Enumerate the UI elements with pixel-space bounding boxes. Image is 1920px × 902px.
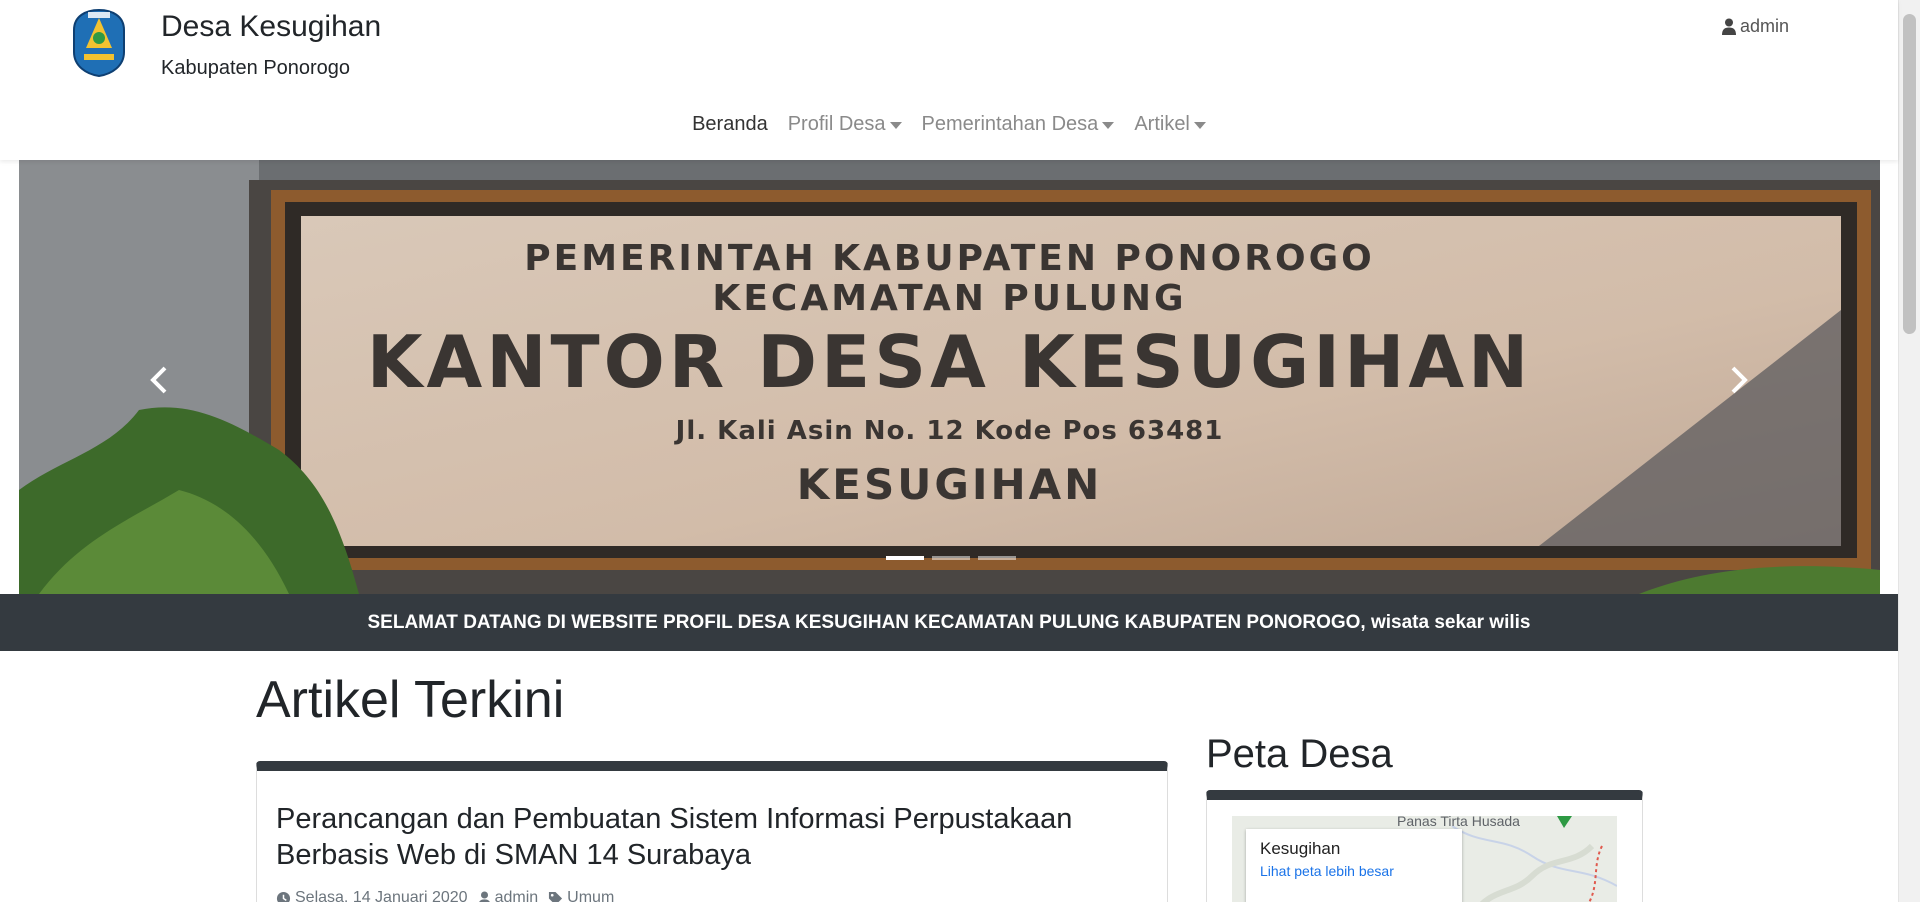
nav-item-profil-desa[interactable]: Profil Desa <box>788 113 902 136</box>
carousel-indicator-1[interactable] <box>886 556 924 560</box>
user-menu[interactable]: admin <box>1722 16 1789 37</box>
sign-line-1: PEMERINTAH KABUPATEN PONOROGO <box>524 238 1375 279</box>
sign-line-4: Jl. Kali Asin No. 12 Kode Pos 63481 <box>675 416 1224 446</box>
user-icon <box>478 890 490 902</box>
article-author[interactable]: admin <box>478 889 539 902</box>
article-category[interactable]: Umum <box>548 889 614 902</box>
nav-label: Beranda <box>692 113 768 135</box>
clock-icon <box>276 891 291 902</box>
map-heading: Peta Desa <box>1206 732 1393 776</box>
tag-icon <box>549 891 563 902</box>
scrollbar-thumb[interactable] <box>1903 14 1916 334</box>
article-date-text: Selasa, 14 Januari 2020 <box>295 889 468 902</box>
nav-item-pemerintahan-desa[interactable]: Pemerintahan Desa <box>922 113 1115 136</box>
chevron-left-icon <box>150 366 167 394</box>
main-nav: Beranda Profil Desa Pemerintahan Desa Ar… <box>0 113 1898 136</box>
nav-label: Artikel <box>1134 113 1190 135</box>
nav-label: Pemerintahan Desa <box>921 113 1099 135</box>
map-larger-link[interactable]: Lihat peta lebih besar <box>1260 863 1448 879</box>
sign-line-2: KECAMATAN PULUNG <box>712 278 1187 319</box>
hero-carousel[interactable]: PEMERINTAH KABUPATEN PONOROGO KECAMATAN … <box>19 160 1880 594</box>
article-date: Selasa, 14 Januari 2020 <box>276 889 468 902</box>
article-meta: Selasa, 14 Januari 2020 admin Umum <box>276 889 614 902</box>
site-title[interactable]: Desa Kesugihan <box>161 10 381 44</box>
nav-item-beranda[interactable]: Beranda <box>692 113 768 136</box>
caret-down-icon <box>1102 122 1115 129</box>
article-author-text: admin <box>494 889 539 902</box>
user-icon <box>1722 18 1736 35</box>
map-info-box: Kesugihan Lihat peta lebih besar <box>1246 829 1462 902</box>
kabupaten-logo[interactable] <box>72 8 126 78</box>
sign-line-5: KESUGIHAN <box>796 460 1103 509</box>
carousel-prev-button[interactable] <box>129 350 189 410</box>
user-name: admin <box>1740 16 1790 36</box>
sign-line-3: KANTOR DESA KESUGIHAN <box>366 320 1533 404</box>
article-card: Perancangan dan Pembuatan Sistem Informa… <box>256 761 1168 902</box>
welcome-text: SELAMAT DATANG DI WEBSITE PROFIL DESA KE… <box>367 611 1531 633</box>
site-header: Desa Kesugihan Kabupaten Ponorogo admin … <box>0 0 1898 160</box>
carousel-indicator-2[interactable] <box>932 556 970 560</box>
carousel-indicators <box>886 556 1016 560</box>
map-card: Panas Tirta Husada Kesugihan Lihat peta … <box>1206 790 1643 902</box>
site-subtitle: Kabupaten Ponorogo <box>161 57 351 79</box>
caret-down-icon <box>1193 122 1206 129</box>
page-scrollbar[interactable] <box>1898 0 1920 902</box>
carousel-indicator-3[interactable] <box>978 556 1016 560</box>
village-map[interactable]: Panas Tirta Husada Kesugihan Lihat peta … <box>1232 816 1617 902</box>
map-place-label: Panas Tirta Husada <box>1397 816 1520 829</box>
map-place-name: Kesugihan <box>1260 839 1341 858</box>
chevron-right-icon <box>1731 366 1748 394</box>
welcome-banner: SELAMAT DATANG DI WEBSITE PROFIL DESA KE… <box>0 594 1898 651</box>
nav-item-artikel[interactable]: Artikel <box>1134 113 1206 136</box>
caret-down-icon <box>889 122 902 129</box>
article-title-link[interactable]: Perancangan dan Pembuatan Sistem Informa… <box>276 801 1136 873</box>
nav-label: Profil Desa <box>787 113 886 135</box>
articles-heading: Artikel Terkini <box>256 671 565 729</box>
article-category-text: Umum <box>567 889 615 902</box>
carousel-next-button[interactable] <box>1709 350 1769 410</box>
